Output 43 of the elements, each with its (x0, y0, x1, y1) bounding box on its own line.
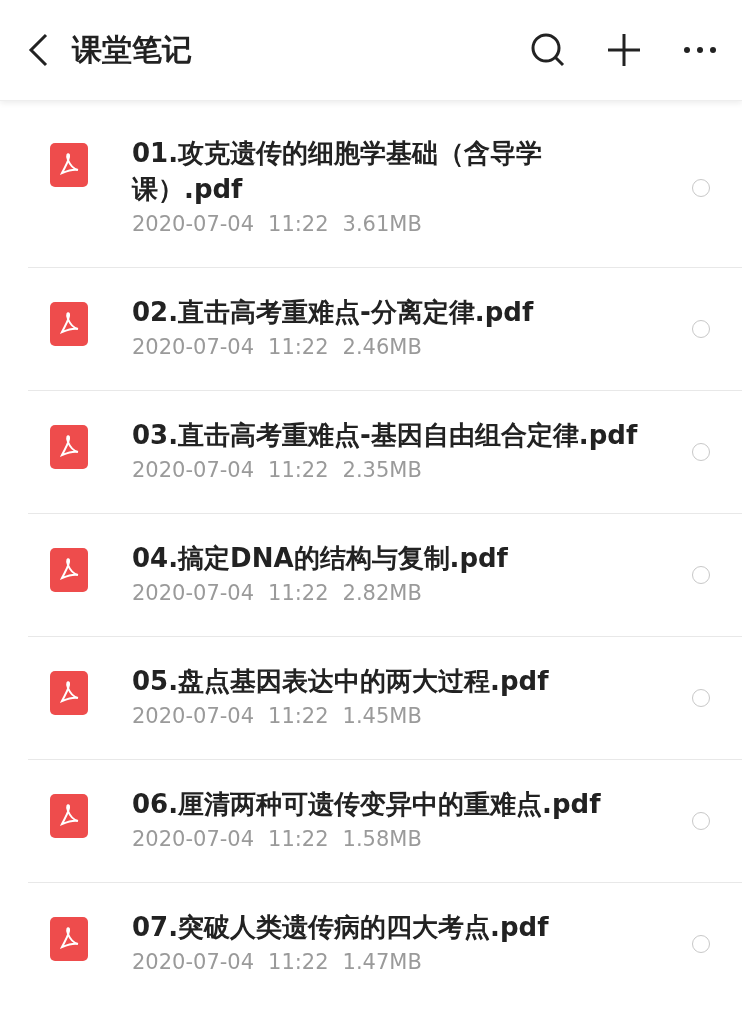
file-size: 2.82MB (342, 580, 422, 607)
file-date: 2020-07-04 (132, 211, 255, 238)
pdf-file-icon (50, 143, 88, 187)
file-date: 2020-07-04 (132, 334, 255, 361)
file-size: 1.47MB (342, 949, 422, 976)
file-date: 2020-07-04 (132, 457, 255, 484)
file-name: 05.盘点基因表达中的两大过程.pdf (132, 665, 550, 698)
file-name: 06.厘清两种可遗传变异中的重难点.pdf (132, 788, 602, 821)
file-size: 1.45MB (342, 703, 422, 730)
file-date: 2020-07-04 (132, 826, 255, 853)
file-size: 2.46MB (342, 334, 422, 361)
file-row[interactable]: 06.厘清两种可遗传变异中的重难点.pdf 2020-07-04 11:22 1.58MB (28, 760, 742, 883)
file-row[interactable]: 04.搞定DNA的结构与复制.pdf 2020-07-04 11:22 2.82MB (28, 514, 742, 637)
pdf-file-icon (50, 794, 88, 838)
file-time: 11:22 (268, 949, 329, 976)
file-row[interactable]: 07.突破人类遗传病的四大考点.pdf 2020-07-04 11:22 1.47MB (28, 883, 742, 1005)
pdf-file-icon (50, 671, 88, 715)
file-row[interactable]: 02.直击高考重难点-分离定律.pdf 2020-07-04 11:22 2.46MB (28, 268, 742, 391)
file-size: 1.58MB (342, 826, 422, 853)
file-row[interactable]: 05.盘点基因表达中的两大过程.pdf 2020-07-04 11:22 1.45MB (28, 637, 742, 760)
file-time: 11:22 (268, 457, 329, 484)
file-row[interactable]: 03.直击高考重难点-基因自由组合定律.pdf 2020-07-04 11:22 2.35MB (28, 391, 742, 514)
file-name: 03.直击高考重难点-基因自由组合定律.pdf (132, 419, 639, 452)
file-date: 2020-07-04 (132, 949, 255, 976)
pdf-file-icon (50, 548, 88, 592)
file-time: 11:22 (268, 334, 329, 361)
pdf-file-icon (50, 917, 88, 961)
pdf-file-icon (50, 302, 88, 346)
file-name: 01.攻克遗传的细胞学基础（含导学课）.pdf (132, 137, 544, 206)
file-name: 04.搞定DNA的结构与复制.pdf (132, 542, 509, 575)
file-time: 11:22 (268, 703, 329, 730)
file-date: 2020-07-04 (132, 580, 255, 607)
file-size: 3.61MB (342, 211, 422, 238)
pdf-file-icon (50, 425, 88, 469)
file-time: 11:22 (268, 826, 329, 853)
file-date: 2020-07-04 (132, 703, 255, 730)
file-time: 11:22 (268, 580, 329, 607)
file-size: 2.35MB (342, 457, 422, 484)
file-name: 02.直击高考重难点-分离定律.pdf (132, 296, 535, 329)
file-time: 11:22 (268, 211, 329, 238)
file-name: 07.突破人类遗传病的四大考点.pdf (132, 911, 550, 944)
page-title: 课堂笔记 (72, 30, 193, 69)
file-row[interactable]: 01.攻克遗传的细胞学基础（含导学课）.pdf 2020-07-04 11:22 3.61MB (28, 109, 742, 268)
